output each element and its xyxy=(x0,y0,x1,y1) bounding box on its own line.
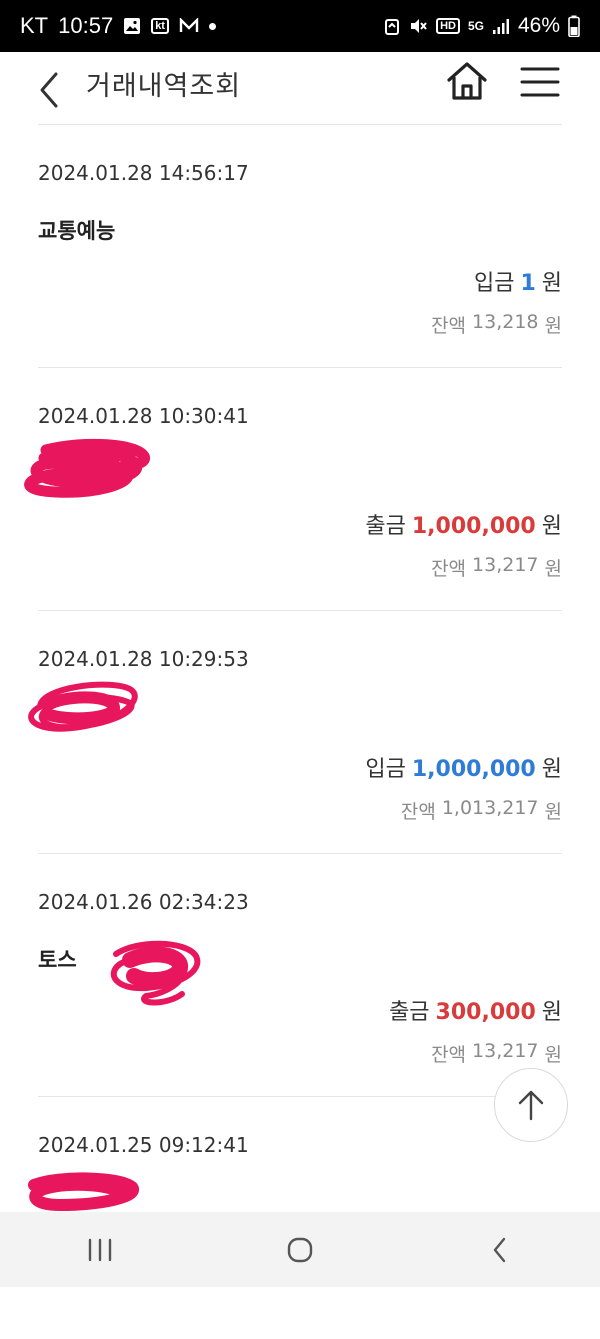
redaction-scribble xyxy=(24,438,150,498)
wifi-calling-icon xyxy=(385,19,400,35)
redaction-scribble xyxy=(110,940,201,1006)
transaction-datetime: 2024.01.28 10:30:41 xyxy=(38,404,249,428)
balance-currency: 원 xyxy=(544,1044,562,1066)
transaction-item[interactable]: 2024.01.28 10:30:41 출금 1,000,000 원 잔액 13… xyxy=(24,368,562,611)
transaction-balance-row: 잔액 1,013,217 원 xyxy=(401,797,562,824)
balance-label: 잔액 xyxy=(431,558,467,580)
battery-percent: 46% xyxy=(517,14,560,37)
home-button[interactable] xyxy=(443,58,491,106)
transaction-amount-row: 입금 1 원 xyxy=(474,265,562,297)
transaction-type: 출금 xyxy=(389,1000,430,1025)
transaction-amount: 1,000,000 xyxy=(411,514,536,539)
mute-icon xyxy=(411,19,427,33)
transaction-datetime: 2024.01.26 02:34:23 xyxy=(38,890,249,914)
transaction-amount: 1 xyxy=(520,271,536,296)
transaction-item[interactable]: 2024.01.28 10:29:53 입금 1,000,000 원 잔액 1,… xyxy=(28,611,562,854)
transaction-balance-row: 잔액 13,218 원 xyxy=(431,311,562,338)
transaction-type: 입금 xyxy=(365,757,406,782)
transaction-amount-row: 출금 1,000,000 원 xyxy=(365,508,562,540)
arrow-up-icon xyxy=(518,1090,544,1121)
menu-button[interactable] xyxy=(518,58,562,106)
balance-label: 잔액 xyxy=(431,315,467,337)
transaction-currency: 원 xyxy=(541,757,562,782)
recent-apps-button[interactable] xyxy=(60,1220,140,1280)
app-header: 거래내역조회 xyxy=(0,52,600,124)
balance-value: 13,217 xyxy=(472,1040,539,1062)
transaction-type: 입금 xyxy=(473,271,515,296)
balance-value: 1,013,217 xyxy=(441,797,539,819)
home-circle-icon xyxy=(287,1237,313,1262)
home-nav-button[interactable] xyxy=(260,1220,340,1280)
status-bar: KT 10:57 kt HD 5G 46% xyxy=(0,0,600,52)
back-chevron-icon xyxy=(493,1237,506,1262)
clock: 10:57 xyxy=(58,13,114,38)
transaction-description: 교통예능 xyxy=(38,219,116,243)
page-title: 거래내역조회 xyxy=(86,71,242,102)
scroll-top-button[interactable] xyxy=(494,1068,568,1142)
transaction-amount-row: 출금 300,000 원 xyxy=(389,994,562,1026)
network-type: 5G xyxy=(467,19,484,33)
home-icon xyxy=(447,62,487,100)
transaction-currency: 원 xyxy=(541,514,562,539)
recent-apps-icon xyxy=(88,1238,112,1261)
transaction-list[interactable]: 2024.01.28 14:56:17 교통예능 입금 1 원 잔액 13,21… xyxy=(0,125,600,1339)
notification-dot-icon xyxy=(208,22,216,30)
back-button[interactable] xyxy=(30,62,74,114)
transaction-balance-row: 잔액 13,217 원 xyxy=(431,554,562,581)
hd-badge: HD xyxy=(436,18,460,34)
gallery-icon xyxy=(124,18,141,34)
balance-value: 13,217 xyxy=(472,554,539,576)
transaction-currency: 원 xyxy=(541,271,562,296)
status-right: HD 5G 46% xyxy=(384,14,580,38)
transaction-amount: 300,000 xyxy=(435,1000,536,1025)
redaction-scribble xyxy=(28,681,138,732)
transaction-amount: 1,000,000 xyxy=(411,757,536,782)
transaction-datetime: 2024.01.28 10:29:53 xyxy=(38,647,249,671)
balance-label: 잔액 xyxy=(431,1044,467,1066)
system-nav-bar xyxy=(0,1212,600,1287)
transaction-datetime: 2024.01.25 09:12:41 xyxy=(38,1133,249,1157)
carrier-label: KT xyxy=(20,13,49,38)
back-nav-button[interactable] xyxy=(460,1220,540,1280)
menu-icon xyxy=(520,67,560,97)
redaction-scribble xyxy=(28,1172,140,1211)
transaction-datetime: 2024.01.28 14:56:17 xyxy=(38,161,249,185)
signal-icon xyxy=(492,19,509,34)
balance-currency: 원 xyxy=(544,558,562,580)
transaction-currency: 원 xyxy=(541,1000,562,1025)
transaction-description: 토스 xyxy=(38,948,77,972)
transaction-type: 출금 xyxy=(365,514,406,539)
status-left: KT 10:57 kt xyxy=(20,13,216,39)
balance-currency: 원 xyxy=(544,801,562,823)
balance-label: 잔액 xyxy=(400,801,436,823)
transaction-balance-row: 잔액 13,217 원 xyxy=(431,1040,562,1067)
mail-icon xyxy=(179,18,199,32)
back-icon xyxy=(40,72,58,108)
kt-app-icon: kt xyxy=(151,18,169,34)
transaction-amount-row: 입금 1,000,000 원 xyxy=(365,751,562,783)
balance-value: 13,218 xyxy=(472,311,539,333)
balance-currency: 원 xyxy=(544,315,562,337)
transaction-item[interactable]: 2024.01.28 14:56:17 교통예능 입금 1 원 잔액 13,21… xyxy=(38,125,562,368)
battery-icon xyxy=(568,15,580,37)
transaction-item[interactable]: 2024.01.26 02:34:23 토스 출금 300,000 원 잔액 1… xyxy=(38,854,562,1097)
